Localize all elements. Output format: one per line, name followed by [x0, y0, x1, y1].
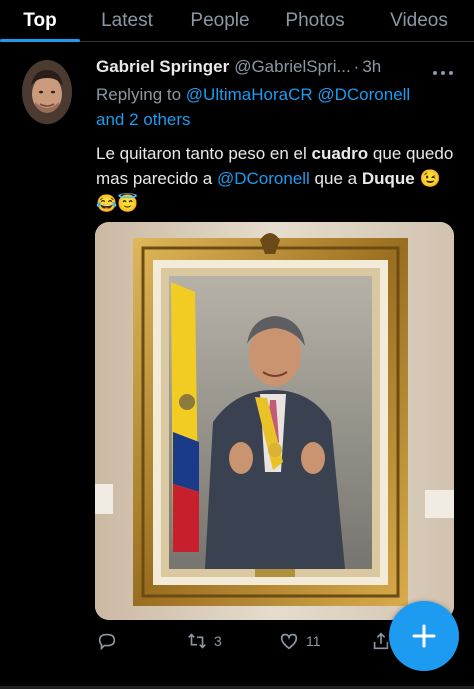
- tab-people-label: People: [190, 10, 250, 31]
- retweet-count: 3: [214, 633, 222, 649]
- tab-photos[interactable]: Photos: [266, 0, 364, 42]
- tweet-mention-dcoronell[interactable]: @DCoronell: [217, 169, 310, 188]
- mention-dcoronell[interactable]: @DCoronell: [317, 85, 410, 104]
- active-tab-indicator: [0, 39, 80, 42]
- reply-icon: [98, 633, 116, 651]
- tweet-actions: 3 11: [96, 630, 396, 656]
- replying-prefix: Replying to: [96, 85, 182, 104]
- more-horizontal-icon: [433, 71, 453, 75]
- tweet-text-bold1: cuadro: [311, 144, 369, 163]
- header-separator: ·: [353, 57, 360, 76]
- tweet-time[interactable]: 3h: [362, 57, 381, 77]
- reply-button[interactable]: [96, 630, 118, 652]
- plus-icon: [412, 624, 436, 648]
- tab-videos-label: Videos: [390, 10, 448, 31]
- tab-latest[interactable]: Latest: [80, 0, 174, 42]
- tab-latest-label: Latest: [101, 10, 153, 31]
- mention-ultimahoracr[interactable]: @UltimaHoraCR: [186, 85, 313, 104]
- search-tabs: Top Latest People Photos Videos: [0, 0, 474, 42]
- replying-to: Replying to @UltimaHoraCR @DCoronell and…: [96, 82, 456, 132]
- tab-top-label: Top: [23, 10, 57, 31]
- author-avatar[interactable]: [22, 60, 72, 124]
- retweet-button[interactable]: 3: [186, 630, 222, 652]
- tab-top[interactable]: Top: [0, 0, 80, 42]
- tweet-text-bold2: Duque: [361, 169, 415, 188]
- avatar-image: [22, 60, 72, 124]
- author-handle[interactable]: @GabrielSpri...: [234, 57, 350, 77]
- tweet-header: Gabriel Springer @GabrielSpri... · 3h: [96, 57, 456, 77]
- tweet-text: Le quitaron tanto peso en el cuadro que …: [96, 141, 461, 216]
- more-icon[interactable]: [432, 60, 454, 81]
- portrait-painting-image: [95, 222, 454, 620]
- compose-tweet-button[interactable]: [389, 601, 459, 671]
- replying-others[interactable]: and 2 others: [96, 110, 191, 129]
- like-button[interactable]: 11: [278, 630, 321, 652]
- tweet-text-part3: que a: [309, 169, 362, 188]
- tweet-photo[interactable]: [95, 222, 454, 620]
- retweet-icon: [188, 633, 206, 649]
- heart-icon: [280, 633, 298, 650]
- tab-videos[interactable]: Videos: [364, 0, 474, 42]
- author-name[interactable]: Gabriel Springer: [96, 57, 229, 77]
- like-count: 11: [306, 633, 321, 649]
- tab-people[interactable]: People: [174, 0, 266, 42]
- tab-photos-label: Photos: [285, 10, 345, 31]
- tweet-text-part1: Le quitaron tanto peso en el: [96, 144, 312, 163]
